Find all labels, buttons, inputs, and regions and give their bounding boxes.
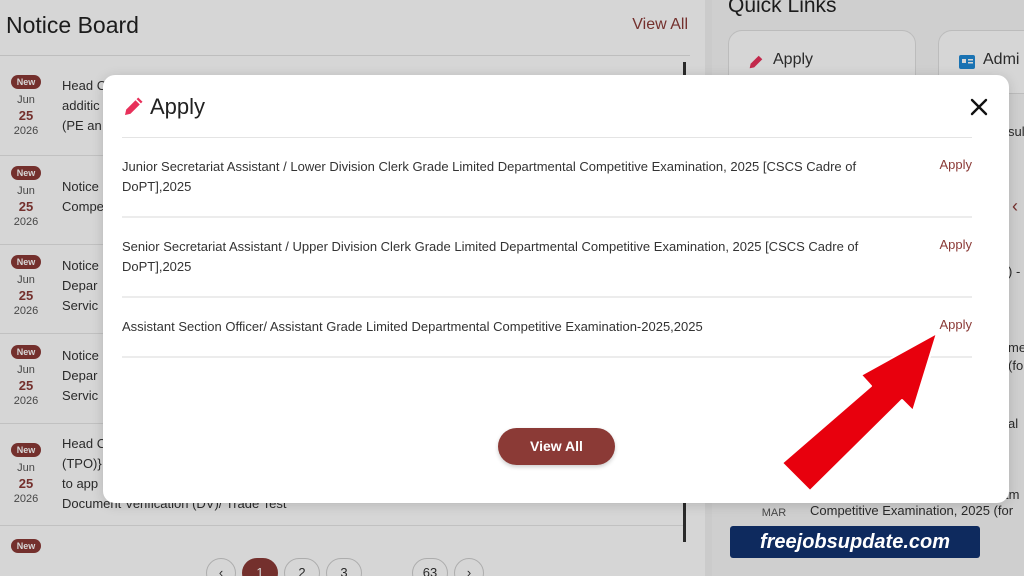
modal-header: Apply (103, 75, 1009, 137)
modal-title: Apply (150, 94, 206, 119)
view-all-button[interactable]: View All (498, 428, 615, 465)
apply-list-item: Assistant Section Officer/ Assistant Gra… (122, 298, 972, 358)
exam-title: Senior Secretariat Assistant / Upper Div… (122, 239, 859, 274)
apply-link[interactable]: Apply (939, 157, 972, 172)
apply-link[interactable]: Apply (939, 317, 972, 332)
exam-title: Assistant Section Officer/ Assistant Gra… (122, 319, 703, 334)
exam-title: Junior Secretariat Assistant / Lower Div… (122, 159, 857, 194)
watermark: freejobsupdate.com (730, 526, 980, 558)
apply-list-item: Junior Secretariat Assistant / Lower Div… (122, 138, 972, 218)
close-icon[interactable] (967, 95, 991, 119)
apply-list-item: Senior Secretariat Assistant / Upper Div… (122, 218, 972, 298)
pencil-icon (125, 97, 143, 115)
apply-modal: Apply Junior Secretariat Assistant / Low… (103, 75, 1009, 503)
apply-link[interactable]: Apply (939, 237, 972, 252)
